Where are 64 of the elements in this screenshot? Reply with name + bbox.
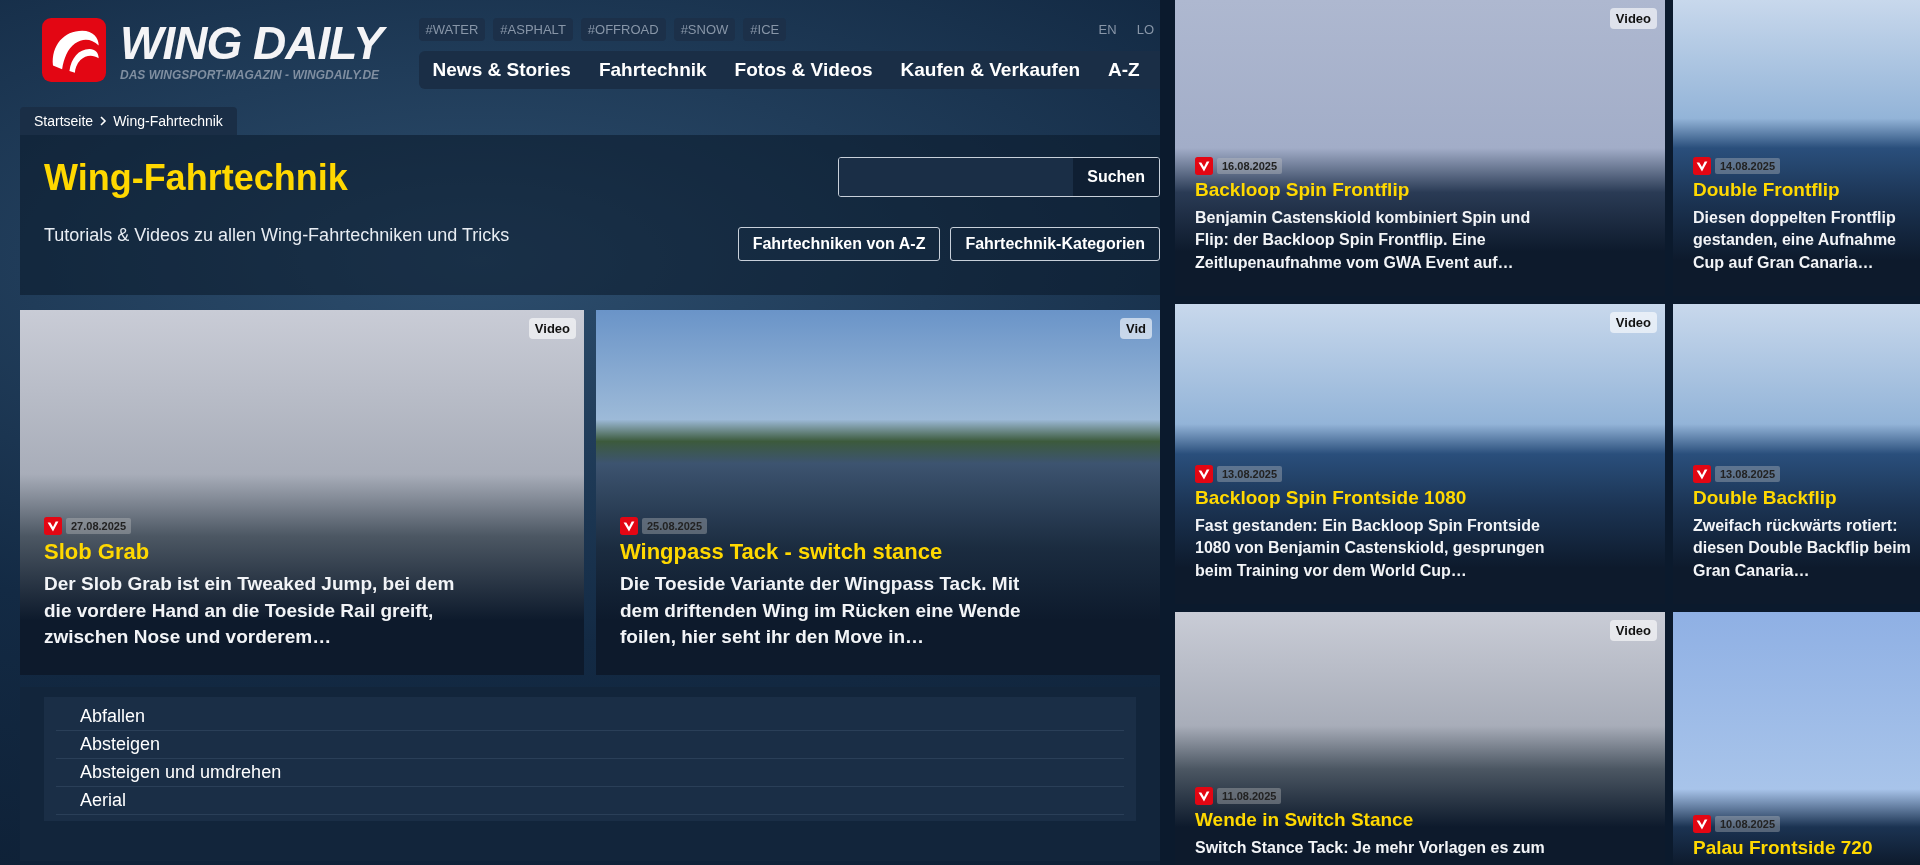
tag-link[interactable]: #ASPHALT xyxy=(493,18,573,41)
logo-icon xyxy=(1195,786,1213,805)
technique-link[interactable]: Abfallen xyxy=(56,703,1124,731)
logo-icon xyxy=(1195,464,1213,483)
article-teaser: Fast gestanden: Ein Backloop Spin Frontside 1080 von Benjamin Castenskiold, gesprungen beim Training vor dem World Cup… xyxy=(1195,515,1546,581)
outline-button[interactable]: Fahrtechniken von A-Z xyxy=(737,227,941,261)
article-title[interactable]: Double Frontflip xyxy=(1693,178,1920,201)
date-label: 27.08.2025 xyxy=(66,518,132,535)
chevron-icon xyxy=(99,116,108,126)
date-label: 25.08.2025 xyxy=(642,518,708,535)
nav-link[interactable]: Kaufen & Verkaufen xyxy=(900,59,1081,81)
tag-link[interactable]: #ICE xyxy=(743,18,787,41)
logo-tagline: DAS WINGSPORT-MAGAZIN - WINGDAILY.DE xyxy=(120,68,381,82)
logo-icon xyxy=(44,517,62,536)
date-label: 13.08.2025 xyxy=(1715,465,1781,482)
page-subtitle: Tutorials & Videos zu allen Wing-Fahrtechniken und Tricks xyxy=(44,225,510,246)
video-label: Vid xyxy=(1120,318,1152,339)
video-label: Video xyxy=(528,318,576,339)
technique-link[interactable]: Absteigen und umdrehen xyxy=(56,759,1124,787)
article-teaser: Der Slob Grab ist ein Tweaked Jump, bei dem die vordere Hand an die Toeside Rail greift, zwischen Nose und vorderem… xyxy=(44,572,456,650)
article-title[interactable]: Backloop Spin Frontside 1080 xyxy=(1195,486,1645,509)
article-title[interactable]: Double Backflip xyxy=(1693,486,1920,509)
date-label: 10.08.2025 xyxy=(1715,816,1781,832)
article-title[interactable]: Slob Grab xyxy=(44,539,560,566)
technique-link[interactable]: Absteigen xyxy=(56,731,1124,759)
date-label: 16.08.2025 xyxy=(1217,157,1283,174)
search-field[interactable]: Suchen xyxy=(838,157,1160,197)
header-link[interactable]: LO xyxy=(1130,18,1160,41)
outline-button[interactable]: Fahrtechnik-Kategorien xyxy=(950,227,1160,261)
article-teaser: Die Toeside Variante der Wingpass Tack. Mit dem driftenden Wing im Rücken eine Wende foilen, hier seht ihr den Move in… xyxy=(620,572,1022,650)
video-label: Video xyxy=(1609,312,1657,333)
header-link[interactable]: EN xyxy=(1092,18,1123,41)
article-title[interactable]: Backloop Spin Frontflip xyxy=(1195,178,1645,201)
breadcrumb-link[interactable]: Wing-Fahrtechnik xyxy=(113,113,223,129)
technique-link[interactable]: Aerial xyxy=(56,787,1124,815)
article-card[interactable]: Video 27.08.2025 Slob Grab Der Slob Grab ist ein Tweaked Jump, bei dem die vordere Hand an die Toeside Rail greift, zwischen Nose und vorderem… xyxy=(20,310,584,675)
article-teaser: Benjamin Castenskiold kombiniert Spin und Flip: der Backloop Spin Frontflip. Eine Zeitlupenaufnahme vom GWA Event auf… xyxy=(1195,207,1532,273)
tag-link[interactable]: #OFFROAD xyxy=(580,18,666,41)
date-label: 14.08.2025 xyxy=(1715,157,1781,174)
search-button[interactable]: Suchen xyxy=(1073,158,1159,196)
video-label: Video xyxy=(1609,8,1657,29)
breadcrumb-link[interactable]: Startseite xyxy=(34,113,94,129)
nav-link[interactable]: News & Stories xyxy=(432,59,571,81)
nav-link[interactable]: Fotos & Videos xyxy=(734,59,873,81)
video-label: Video xyxy=(1609,620,1657,641)
date-label: 13.08.2025 xyxy=(1217,465,1283,482)
logo-icon xyxy=(1693,815,1711,833)
logo-icon xyxy=(620,517,638,536)
logo-icon xyxy=(1693,156,1711,175)
article-teaser: Zweifach rückwärts rotiert: diesen Double Backflip beim Gran Canaria… xyxy=(1693,515,1912,581)
page-title: Wing-Fahrtechnik xyxy=(44,157,349,199)
article-title[interactable]: Palau Frontside 720 xyxy=(1693,837,1920,859)
article-title[interactable]: Wingpass Tack - switch stance xyxy=(620,539,1136,566)
tag-link[interactable]: #WATER xyxy=(418,18,486,41)
article-teaser: Switch Stance Tack: Je mehr Vorlagen es zum xyxy=(1195,837,1546,858)
nav-link[interactable]: A-Z xyxy=(1108,59,1140,81)
date-label: 11.08.2025 xyxy=(1217,787,1282,804)
logo-icon xyxy=(1693,464,1711,483)
article-title[interactable]: Wende in Switch Stance xyxy=(1195,808,1645,831)
tag-link[interactable]: #SNOW xyxy=(673,18,736,41)
nav-link[interactable]: Fahrtechnik xyxy=(598,59,707,81)
article-teaser: Diesen doppelten Frontflip gestanden, eine Aufnahme Cup auf Gran Canaria… xyxy=(1693,207,1897,273)
article-card[interactable]: Vid 25.08.2025 Wingpass Tack - switch stance Die Toeside Variante der Wingpass Tack. Mit dem driftenden Wing im Rücken eine Wende foilen, hier seht ihr den Move in… xyxy=(596,310,1160,675)
logo-icon xyxy=(1195,156,1213,175)
